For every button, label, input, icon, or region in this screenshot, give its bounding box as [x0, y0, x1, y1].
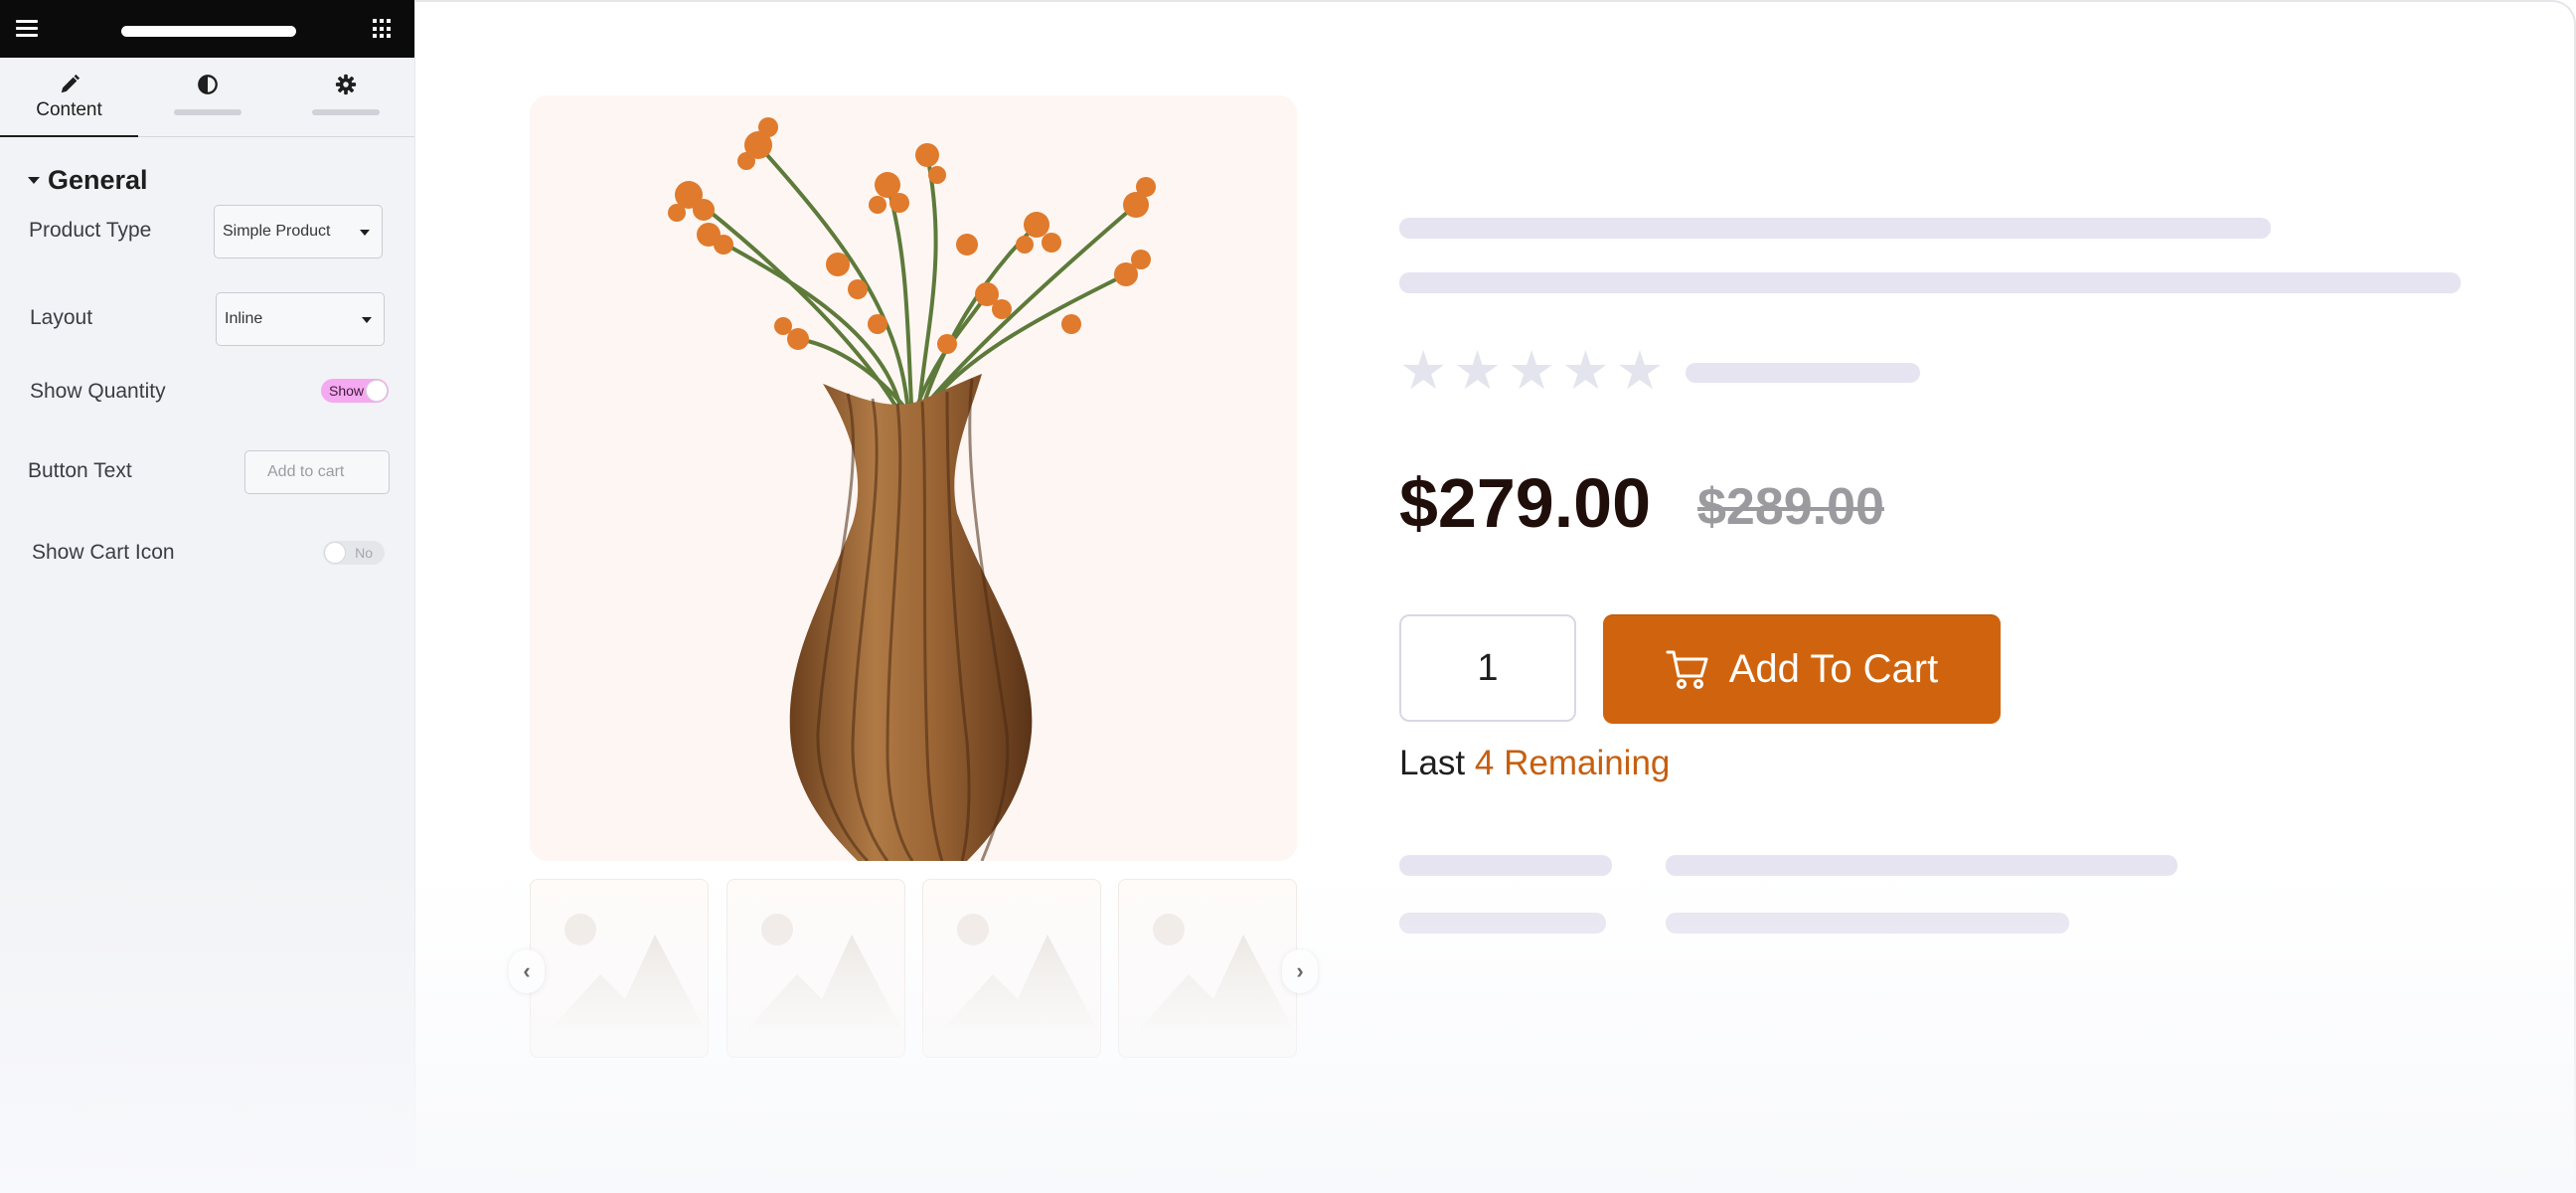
pencil-icon — [61, 74, 80, 93]
title-skeleton-line-2 — [1399, 272, 2461, 293]
editor-title-placeholder — [121, 26, 296, 37]
review-count-skeleton — [1686, 363, 1920, 383]
section-general-toggle[interactable]: General — [28, 165, 148, 196]
stock-remaining: 4 Remaining — [1474, 744, 1671, 782]
image-placeholder-icon — [551, 914, 705, 1029]
editor-topbar — [0, 0, 414, 58]
thumbnail-2[interactable] — [726, 879, 905, 1058]
tab-style-label-placeholder — [173, 109, 242, 115]
star-icon: ★ — [1507, 341, 1556, 401]
button-text-input[interactable]: Add to cart — [244, 450, 390, 494]
star-icon: ★ — [1453, 341, 1502, 401]
show-cart-icon-toggle-text: No — [355, 545, 373, 561]
tab-content-label: Content — [36, 99, 102, 120]
toggle-knob — [325, 543, 345, 563]
show-quantity-label: Show Quantity — [30, 380, 166, 403]
layout-value: Inline — [225, 310, 263, 327]
rating-stars: ★ ★ ★ ★ ★ — [1399, 344, 1664, 398]
add-to-cart-label: Add To Cart — [1728, 646, 1939, 691]
meta-value-skeleton-1 — [1666, 855, 2177, 876]
section-general-title: General — [48, 165, 148, 195]
chevron-right-icon: › — [1296, 958, 1304, 983]
meta-label-skeleton-2 — [1399, 913, 1606, 934]
layout-select[interactable]: Inline — [216, 292, 385, 346]
title-skeleton-line-1 — [1399, 218, 2271, 239]
tab-advanced-label-placeholder — [311, 109, 380, 115]
thumbnail-4[interactable] — [1118, 879, 1297, 1058]
product-type-label: Product Type — [29, 219, 152, 242]
product-type-value: Simple Product — [223, 223, 331, 240]
star-icon: ★ — [1399, 341, 1448, 401]
add-to-cart-button[interactable]: Add To Cart — [1603, 614, 2001, 724]
dropdown-arrow-icon — [360, 230, 370, 236]
show-quantity-toggle-text: Show — [329, 383, 365, 399]
panel-tabs: Content — [0, 58, 414, 137]
thumbnail-3[interactable] — [922, 879, 1101, 1058]
contrast-icon — [197, 75, 218, 94]
chevron-left-icon: ‹ — [523, 958, 531, 983]
gear-icon — [335, 74, 356, 95]
button-text-placeholder: Add to cart — [267, 463, 345, 480]
image-placeholder-icon — [747, 914, 901, 1029]
apps-grid-icon[interactable] — [373, 19, 393, 39]
tab-advanced[interactable] — [276, 58, 414, 136]
image-placeholder-icon — [1139, 914, 1293, 1029]
meta-value-skeleton-2 — [1666, 913, 2069, 934]
stock-prefix: Last — [1399, 744, 1466, 782]
product-price: $279.00 — [1399, 464, 1652, 542]
show-quantity-toggle[interactable]: Show — [321, 379, 389, 403]
layout-label: Layout — [30, 306, 93, 329]
product-main-image[interactable] — [530, 95, 1297, 861]
tab-style[interactable] — [138, 58, 276, 136]
carousel-prev-button[interactable]: ‹ — [509, 949, 545, 993]
carousel-next-button[interactable]: › — [1282, 949, 1318, 993]
button-text-label: Button Text — [28, 459, 132, 482]
stock-status: Last 4 Remaining — [1399, 744, 1670, 783]
dropdown-arrow-icon — [362, 317, 372, 323]
toggle-knob — [367, 381, 387, 401]
show-cart-icon-toggle[interactable]: No — [323, 541, 385, 565]
product-type-select[interactable]: Simple Product — [214, 205, 383, 258]
tab-content[interactable]: Content — [0, 58, 138, 137]
image-placeholder-icon — [943, 914, 1097, 1029]
star-icon: ★ — [1561, 341, 1610, 401]
star-icon: ★ — [1615, 341, 1665, 401]
thumbnail-1[interactable] — [530, 879, 709, 1058]
cart-icon — [1666, 650, 1708, 689]
meta-label-skeleton-1 — [1399, 855, 1612, 876]
quantity-input[interactable]: 1 — [1399, 614, 1576, 722]
vase-illustration — [668, 117, 1156, 861]
product-old-price: $289.00 — [1697, 478, 1884, 536]
show-cart-icon-label: Show Cart Icon — [32, 541, 175, 564]
caret-down-icon — [28, 177, 40, 184]
hamburger-menu-icon[interactable] — [16, 20, 38, 38]
editor-panel: Content General Product Type Simple Prod… — [0, 0, 415, 1193]
